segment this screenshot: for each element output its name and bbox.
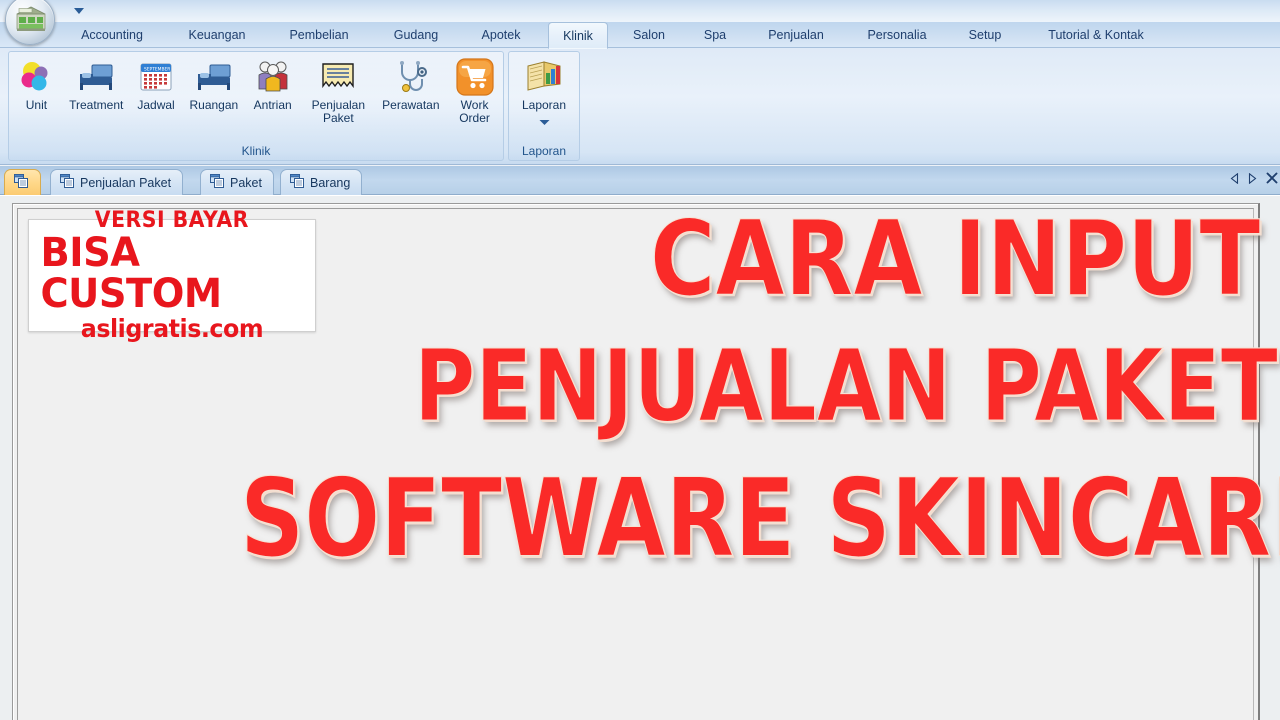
close-icon[interactable]: [1266, 172, 1278, 184]
ribbon-button-antrian[interactable]: Antrian: [244, 54, 301, 138]
mdi-tab-label: Penjualan Paket: [80, 175, 172, 190]
ribbon-button-jadwal[interactable]: SEPTEMBER Jadwal: [129, 54, 184, 138]
ribbon-tab-label: Penjualan: [768, 28, 824, 42]
ribbon-button-label: Perawatan: [382, 98, 440, 112]
ribbon-button-unit[interactable]: Unit: [9, 54, 64, 138]
ribbon-button-label: Jadwal: [137, 98, 175, 112]
ribbon-tab-personalia[interactable]: Personalia: [850, 22, 944, 48]
ribbon-group-klinik: Unit Treatment SEPTEMBER Jadwal Ruangan …: [8, 51, 504, 161]
quick-access-toolbar: [0, 0, 1280, 22]
people-group-icon: [253, 57, 293, 97]
ribbon-tab-label: Tutorial & Kontak: [1048, 28, 1144, 42]
window-document-icon: [210, 174, 225, 191]
headline-line-2: PENJUALAN PAKET: [414, 328, 1279, 444]
ribbon-tab-spa[interactable]: Spa: [692, 22, 738, 48]
ribbon-button-label: Work Order: [459, 98, 490, 125]
ribbon-tab-bar: Accounting Keuangan Pembelian Gudang Apo…: [0, 22, 1280, 49]
badge-line-2: BISA CUSTOM: [40, 230, 222, 317]
ribbon-button-label: Antrian: [253, 98, 292, 112]
mdi-tab-label: Paket: [230, 175, 262, 190]
nav-previous-icon[interactable]: [1230, 172, 1239, 184]
badge-line-3: asligratis.com: [80, 313, 264, 343]
mdi-tab-active-blank[interactable]: [4, 169, 41, 195]
ribbon-tab-gudang[interactable]: Gudang: [378, 22, 454, 48]
ribbon-tab-label: Pembelian: [289, 28, 349, 42]
window-document-icon: [14, 174, 29, 191]
ribbon-tab-label: Apotek: [481, 28, 521, 42]
app-logo-icon: [13, 5, 49, 35]
ribbon-tab-apotek[interactable]: Apotek: [466, 22, 536, 48]
ribbon-button-label: Penjualan Paket: [311, 98, 366, 125]
window-document-icon: [290, 174, 305, 191]
ribbon-tab-label: Setup: [968, 28, 1002, 42]
ribbon-tab-label: Klinik: [563, 28, 593, 43]
calendar-icon: SEPTEMBER: [136, 57, 176, 97]
ribbon-button-ruangan[interactable]: Ruangan: [183, 54, 244, 138]
ribbon-button-label: Treatment: [69, 98, 124, 112]
ribbon-tab-label: Salon: [633, 28, 665, 42]
mdi-tab-penjualan-paket[interactable]: Penjualan Paket: [50, 169, 184, 195]
ribbon-button-label: Unit: [25, 98, 48, 112]
ribbon-tab-label: Keuangan: [188, 28, 246, 42]
mdi-tab-label: Barang: [310, 175, 351, 190]
ribbon-tab-setup[interactable]: Setup: [956, 22, 1014, 48]
ribbon-tab-penjualan[interactable]: Penjualan: [750, 22, 842, 48]
ribbon-tab-label: Personalia: [867, 28, 927, 42]
ribbon-tab-label: Gudang: [393, 28, 439, 42]
ribbon-tab-accounting[interactable]: Accounting: [64, 22, 160, 48]
nav-next-icon[interactable]: [1248, 172, 1257, 184]
ribbon-button-work-order[interactable]: Work Order: [446, 54, 503, 138]
ribbon-group-laporan: Laporan Laporan: [508, 51, 580, 161]
svg-text:SEPTEMBER: SEPTEMBER: [144, 67, 170, 73]
ribbon-button-perawatan[interactable]: Perawatan: [376, 54, 447, 138]
ribbon-tab-klinik[interactable]: Klinik: [548, 22, 608, 49]
mdi-tab-bar: Penjualan Paket Paket Barang: [0, 166, 1280, 195]
shopping-cart-icon: [455, 57, 495, 97]
customize-quick-access-toolbar-icon[interactable]: [72, 5, 86, 17]
report-chart-icon: [524, 57, 564, 97]
mdi-tab-nav: [1230, 172, 1278, 184]
bed-icon: [76, 57, 116, 97]
ribbon-tab-salon[interactable]: Salon: [620, 22, 678, 48]
mdi-tab-barang[interactable]: Barang: [280, 169, 363, 195]
stethoscope-icon: [391, 57, 431, 97]
ribbon-button-penjualan-paket[interactable]: Penjualan Paket: [301, 54, 375, 138]
mdi-tab-paket[interactable]: Paket: [200, 169, 274, 195]
ribbon-button-treatment[interactable]: Treatment: [64, 54, 129, 138]
bed-icon: [194, 57, 234, 97]
ribbon-button-label: Ruangan: [189, 98, 239, 112]
window-document-icon: [60, 174, 75, 191]
ribbon-button-laporan[interactable]: Laporan: [509, 54, 579, 138]
headline-line-1: CARA INPUT: [650, 198, 1261, 320]
ribbon-tab-label: Spa: [703, 28, 727, 42]
chevron-down-icon[interactable]: [539, 113, 550, 131]
ribbon-button-label: Laporan: [521, 98, 567, 112]
ribbon-tab-pembelian[interactable]: Pembelian: [272, 22, 366, 48]
ribbon-group-label-laporan: Laporan: [521, 144, 567, 158]
ribbon-tab-tutorial-kontak[interactable]: Tutorial & Kontak: [1026, 22, 1166, 48]
badge-line-1: VERSI BAYAR: [94, 208, 250, 234]
ribbon-tab-label: Accounting: [81, 28, 143, 42]
note-card-icon: [318, 57, 358, 97]
application-window: Accounting Keuangan Pembelian Gudang Apo…: [0, 0, 1280, 720]
watermark-badge: VERSI BAYAR BISA CUSTOM asligratis.com: [28, 210, 316, 341]
colored-circles-icon: [16, 57, 56, 97]
headline-line-3: SOFTWARE SKINCARE: [240, 456, 1280, 582]
ribbon-panel: Unit Treatment SEPTEMBER Jadwal Ruangan …: [0, 48, 1280, 165]
ribbon-tab-keuangan[interactable]: Keuangan: [172, 22, 262, 48]
ribbon-group-label-klinik: Klinik: [241, 144, 271, 158]
